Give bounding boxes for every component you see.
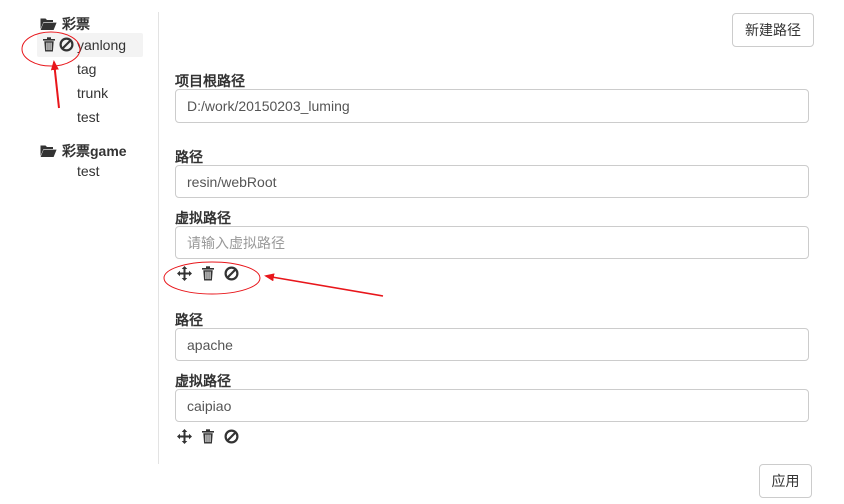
trash-icon[interactable] bbox=[42, 37, 56, 52]
tree-group-label: 彩票 bbox=[62, 16, 90, 32]
tree-item-tag[interactable]: tag bbox=[77, 60, 96, 78]
move-icon[interactable] bbox=[177, 429, 192, 444]
path-field[interactable] bbox=[175, 328, 809, 361]
project-tree: 彩票 yanlong tag trunk test 彩票game test bbox=[0, 0, 158, 464]
tree-item-trunk[interactable]: trunk bbox=[77, 84, 108, 102]
move-icon[interactable] bbox=[177, 266, 192, 281]
tree-item-label: yanlong bbox=[77, 37, 127, 53]
root-path-label: 项目根路径 bbox=[175, 73, 245, 89]
trash-icon[interactable] bbox=[201, 429, 215, 444]
ban-icon[interactable] bbox=[224, 266, 239, 281]
trash-icon[interactable] bbox=[201, 266, 215, 281]
tree-group-label: 彩票game bbox=[62, 143, 127, 159]
root-path-field[interactable] bbox=[175, 89, 809, 123]
apply-button[interactable]: 应用 bbox=[759, 464, 812, 498]
path-field[interactable] bbox=[175, 165, 809, 198]
tree-group-caipiao[interactable]: 彩票 bbox=[40, 14, 90, 34]
entry-tools bbox=[177, 266, 239, 281]
tree-item-tools bbox=[42, 37, 74, 52]
annotation-arrow bbox=[264, 273, 384, 297]
path-label: 路径 bbox=[175, 312, 203, 328]
ban-icon[interactable] bbox=[224, 429, 239, 444]
tree-item-yanlong[interactable]: yanlong bbox=[37, 33, 143, 57]
new-path-button[interactable]: 新建路径 bbox=[732, 13, 814, 47]
folder-open-icon bbox=[40, 144, 57, 158]
entry-tools bbox=[177, 429, 239, 444]
virtual-path-field[interactable] bbox=[175, 389, 809, 422]
virtual-path-label: 虚拟路径 bbox=[175, 373, 231, 389]
tree-item-test[interactable]: test bbox=[77, 162, 100, 180]
virtual-path-label: 虚拟路径 bbox=[175, 210, 231, 226]
ban-icon[interactable] bbox=[59, 37, 74, 52]
sidebar-divider bbox=[158, 12, 159, 464]
path-label: 路径 bbox=[175, 149, 203, 165]
tree-group-caipiao-game[interactable]: 彩票game bbox=[40, 141, 127, 161]
tree-item-test[interactable]: test bbox=[77, 108, 100, 126]
virtual-path-field[interactable] bbox=[175, 226, 809, 259]
folder-open-icon bbox=[40, 17, 57, 31]
